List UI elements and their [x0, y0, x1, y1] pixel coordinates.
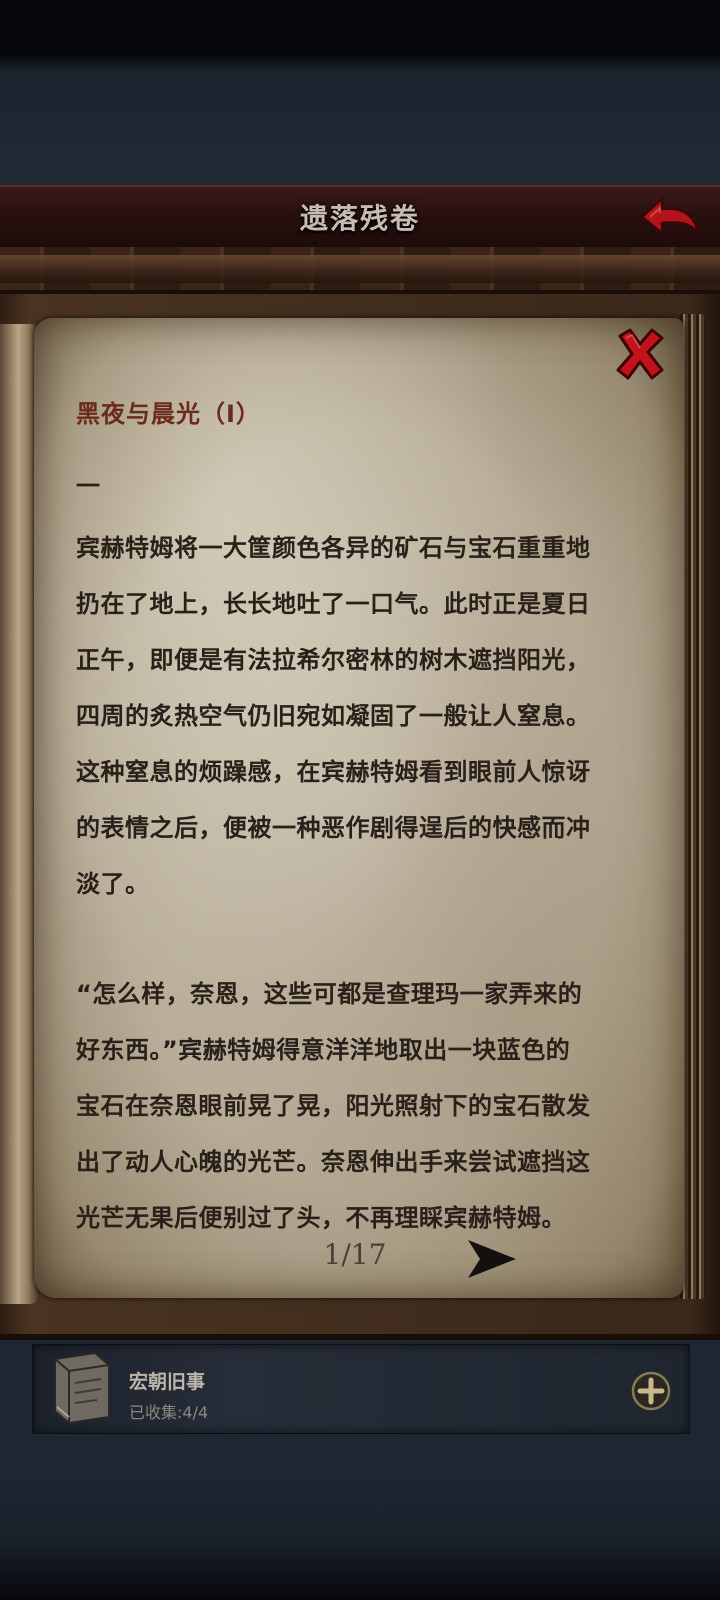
back-arrow-icon [640, 197, 700, 235]
text-line: 扔在了地上，长长地吐了一口气。此时正是夏日 [76, 590, 591, 618]
paragraph-2: “怎么样，奈恩，这些可都是查理玛一家弄来的 好东西。”宾赫特姆得意洋洋地取出一块… [76, 966, 656, 1246]
next-page-button[interactable] [464, 1236, 518, 1282]
title-bar: 遗落残卷 [0, 185, 720, 251]
text-line: 正午，即便是有法拉希尔密林的树木遮挡阳光， [76, 646, 591, 674]
section-number: 一 [76, 472, 100, 500]
paragraph-1: 宾赫特姆将一大筐颜色各异的矿石与宝石重重地 扔在了地上，长长地吐了一口气。此时正… [76, 520, 656, 912]
close-button[interactable] [612, 326, 668, 382]
collection-name: 宏朝旧事 [129, 1371, 206, 1393]
collection-book[interactable] [45, 1349, 119, 1427]
next-page-arrow-icon [468, 1240, 516, 1278]
shelf-rail [0, 255, 720, 283]
text-line: “怎么样，奈恩，这些可都是查理玛一家弄来的 [76, 980, 583, 1008]
text-line: 出了动人心魄的光芒。奈恩伸出手来尝试遮挡这 [76, 1148, 591, 1176]
back-button[interactable] [636, 193, 702, 241]
page-title: 遗落残卷 [299, 202, 420, 235]
text-line: 好东西。”宾赫特姆得意洋洋地取出一块蓝色的 [76, 1036, 571, 1064]
text-line: 这种窒息的烦躁感，在宾赫特姆看到眼前人惊讶 [76, 758, 591, 786]
text-line: 的表情之后，便被一种恶作剧得逞后的快感而冲 [76, 814, 591, 842]
add-button[interactable] [631, 1371, 671, 1411]
text-line: 淡了。 [76, 870, 150, 898]
text-line: 宝石在奈恩眼前晃了晃，阳光照射下的宝石散发 [76, 1092, 591, 1120]
page-indicator: 1/17 [323, 1238, 387, 1271]
collection-bar: 宏朝旧事 已收集:4/4 [32, 1344, 690, 1434]
screen: 遗落残卷 黑夜与晨光（Ⅰ） 一 宾赫特姆将一大筐颜色各异的矿石与宝石重重地 扔在… [0, 0, 720, 1600]
plus-icon [631, 1371, 671, 1411]
chapter-title: 黑夜与晨光（Ⅰ） [76, 400, 261, 428]
collection-count: 已收集:4/4 [129, 1403, 209, 1422]
text-line: 宾赫特姆将一大筐颜色各异的矿石与宝石重重地 [76, 534, 591, 562]
close-icon [616, 328, 664, 380]
book-icon [54, 1351, 110, 1425]
text-line: 四周的炙热空气仍旧宛如凝固了一般让人窒息。 [76, 702, 591, 730]
